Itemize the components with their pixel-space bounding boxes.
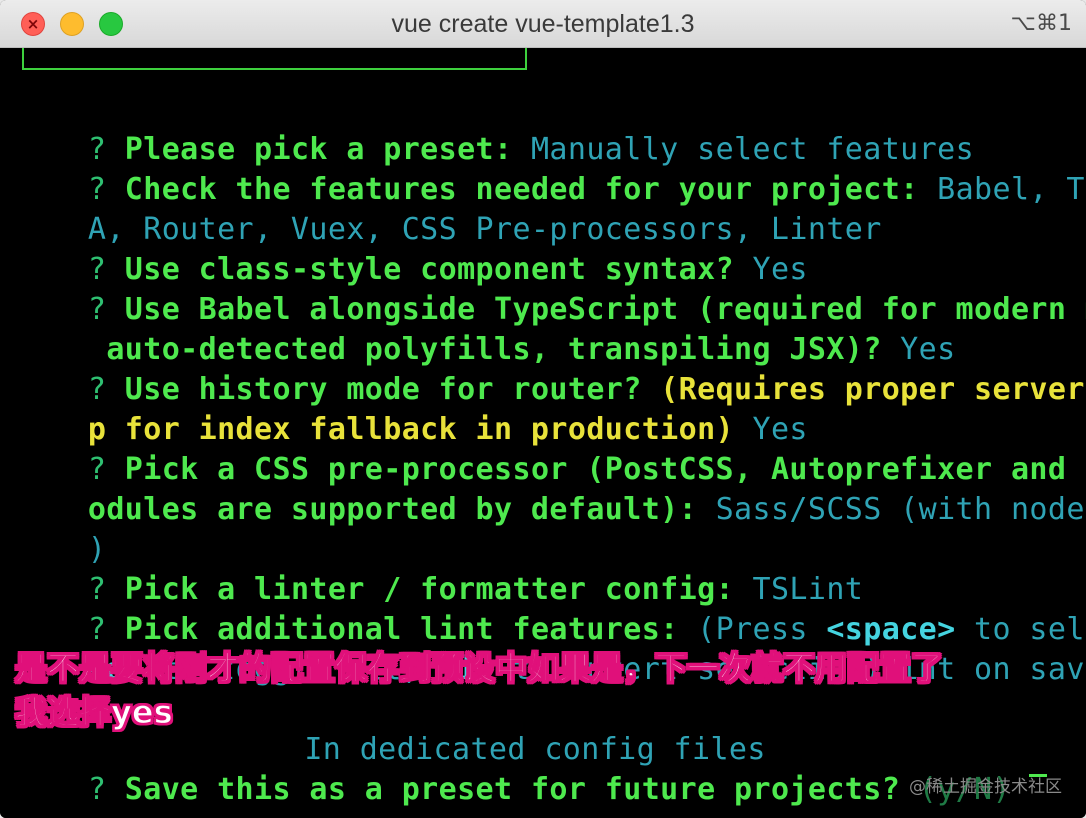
prompt-marker: ?: [87, 772, 107, 807]
prompt-answer: Babel, TS, PW: [937, 172, 1086, 207]
terminal-line: auto-detected polyfills, transpiling JSX…: [14, 290, 956, 367]
annotation-line-1: 是不是要将刚才的配置保存到预设中如果是，下一次就不用配置了: [14, 648, 944, 687]
terminal-line: ? Save this as a preset for future proje…: [14, 730, 1048, 807]
terminal-line: ? Use history mode for router? (Requires…: [14, 330, 1086, 407]
window-title: vue create vue-template1.3: [391, 10, 695, 38]
prompt-question: Save this as a preset for future project…: [106, 772, 919, 807]
title-bar: × vue create vue-template1.3 ⌥⌘1: [0, 0, 1086, 48]
terminal-line: p for index fallback in production) Yes: [14, 370, 808, 447]
terminal-line: A, Router, Vuex, CSS Pre-processors, Lin…: [14, 170, 882, 247]
terminal-line: ? Pick a CSS pre-processor (PostCSS, Aut…: [14, 410, 1086, 487]
banner-box-border: [22, 48, 527, 70]
prompt-answer: Sass/SCSS (with node-sass: [715, 492, 1086, 527]
terminal-line: ? Use Babel alongside TypeScript (requir…: [14, 250, 1086, 327]
prompt-question: odules are supported by default):: [87, 492, 716, 527]
terminal-line: ? Check the features needed for your pro…: [14, 130, 1086, 207]
window-shortcut: ⌥⌘1: [1010, 11, 1072, 36]
terminal-line: ? Use class-style component syntax? Yes: [14, 210, 808, 287]
annotation-line-2: 我选择yes: [14, 692, 173, 731]
terminal-line: ? Pick additional lint features: (Press …: [14, 570, 1086, 647]
watermark: @稀土掘金技术社区: [909, 777, 1062, 797]
terminal-line: <a> to toggle all, <i> to invert selecti…: [14, 610, 1086, 687]
terminal-line: In dedicated config files: [212, 690, 766, 767]
terminal-line: odules are supported by default): Sass/S…: [14, 450, 1086, 527]
terminal-line: ): [14, 490, 106, 567]
terminal-window: × vue create vue-template1.3 ⌥⌘1 ? Pleas…: [0, 0, 1086, 818]
terminal-line: ? Please pick a preset: Manually select …: [14, 90, 974, 167]
terminal-line: ? Pick a linter / formatter config: TSLi…: [14, 530, 863, 607]
